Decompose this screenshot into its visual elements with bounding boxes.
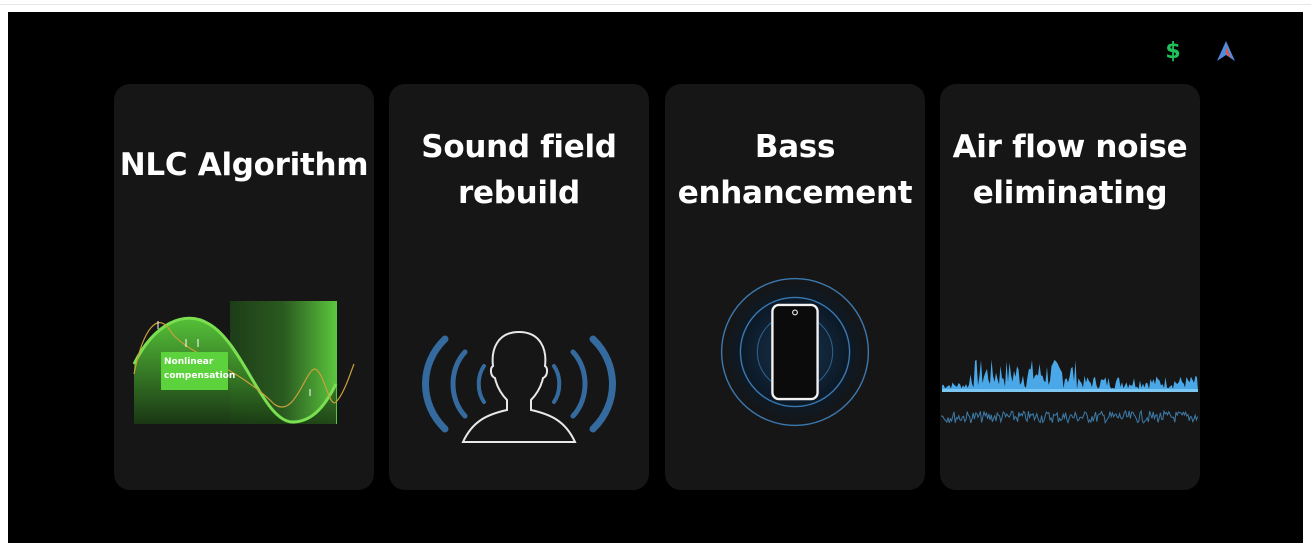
- label-line: compensation: [164, 371, 236, 381]
- card-title-line: Sound field: [421, 129, 617, 165]
- feature-card-sound-field: Sound field rebuild: [389, 84, 649, 490]
- phone-bass-waves-icon: [720, 277, 870, 427]
- feature-card-bass: Bass enhancement: [665, 84, 925, 490]
- feature-card-nlc: NLC Algorithm Nonlinear compensation: [114, 84, 374, 490]
- arrow-extension-icon[interactable]: [1214, 39, 1238, 63]
- nlc-curve-illustration: [132, 301, 355, 424]
- feature-card-air-flow: Air flow noise eliminating: [940, 84, 1200, 490]
- card-title: Sound field rebuild: [389, 124, 649, 216]
- label-line: Nonlinear: [164, 357, 214, 367]
- feature-banner: $ NLC Algorithm Nonlinear compensation S…: [8, 12, 1303, 543]
- noise-waveform-icon: [941, 359, 1199, 425]
- card-title-line: NLC Algorithm: [119, 147, 369, 183]
- card-title: NLC Algorithm: [114, 142, 374, 188]
- card-title: Air flow noise eliminating: [940, 124, 1200, 216]
- card-title: Bass enhancement: [665, 124, 925, 216]
- card-title-line: Air flow noise: [952, 129, 1188, 165]
- page-top-divider: [0, 4, 1311, 5]
- card-title-line: rebuild: [458, 175, 580, 211]
- dollar-extension-icon[interactable]: $: [1161, 39, 1185, 64]
- card-title-line: enhancement: [677, 175, 913, 211]
- head-sound-waves-icon: [422, 330, 616, 443]
- nonlinear-compensation-label: Nonlinear compensation: [161, 352, 236, 390]
- card-title-line: Bass: [754, 129, 836, 165]
- card-title-line: eliminating: [972, 175, 1168, 211]
